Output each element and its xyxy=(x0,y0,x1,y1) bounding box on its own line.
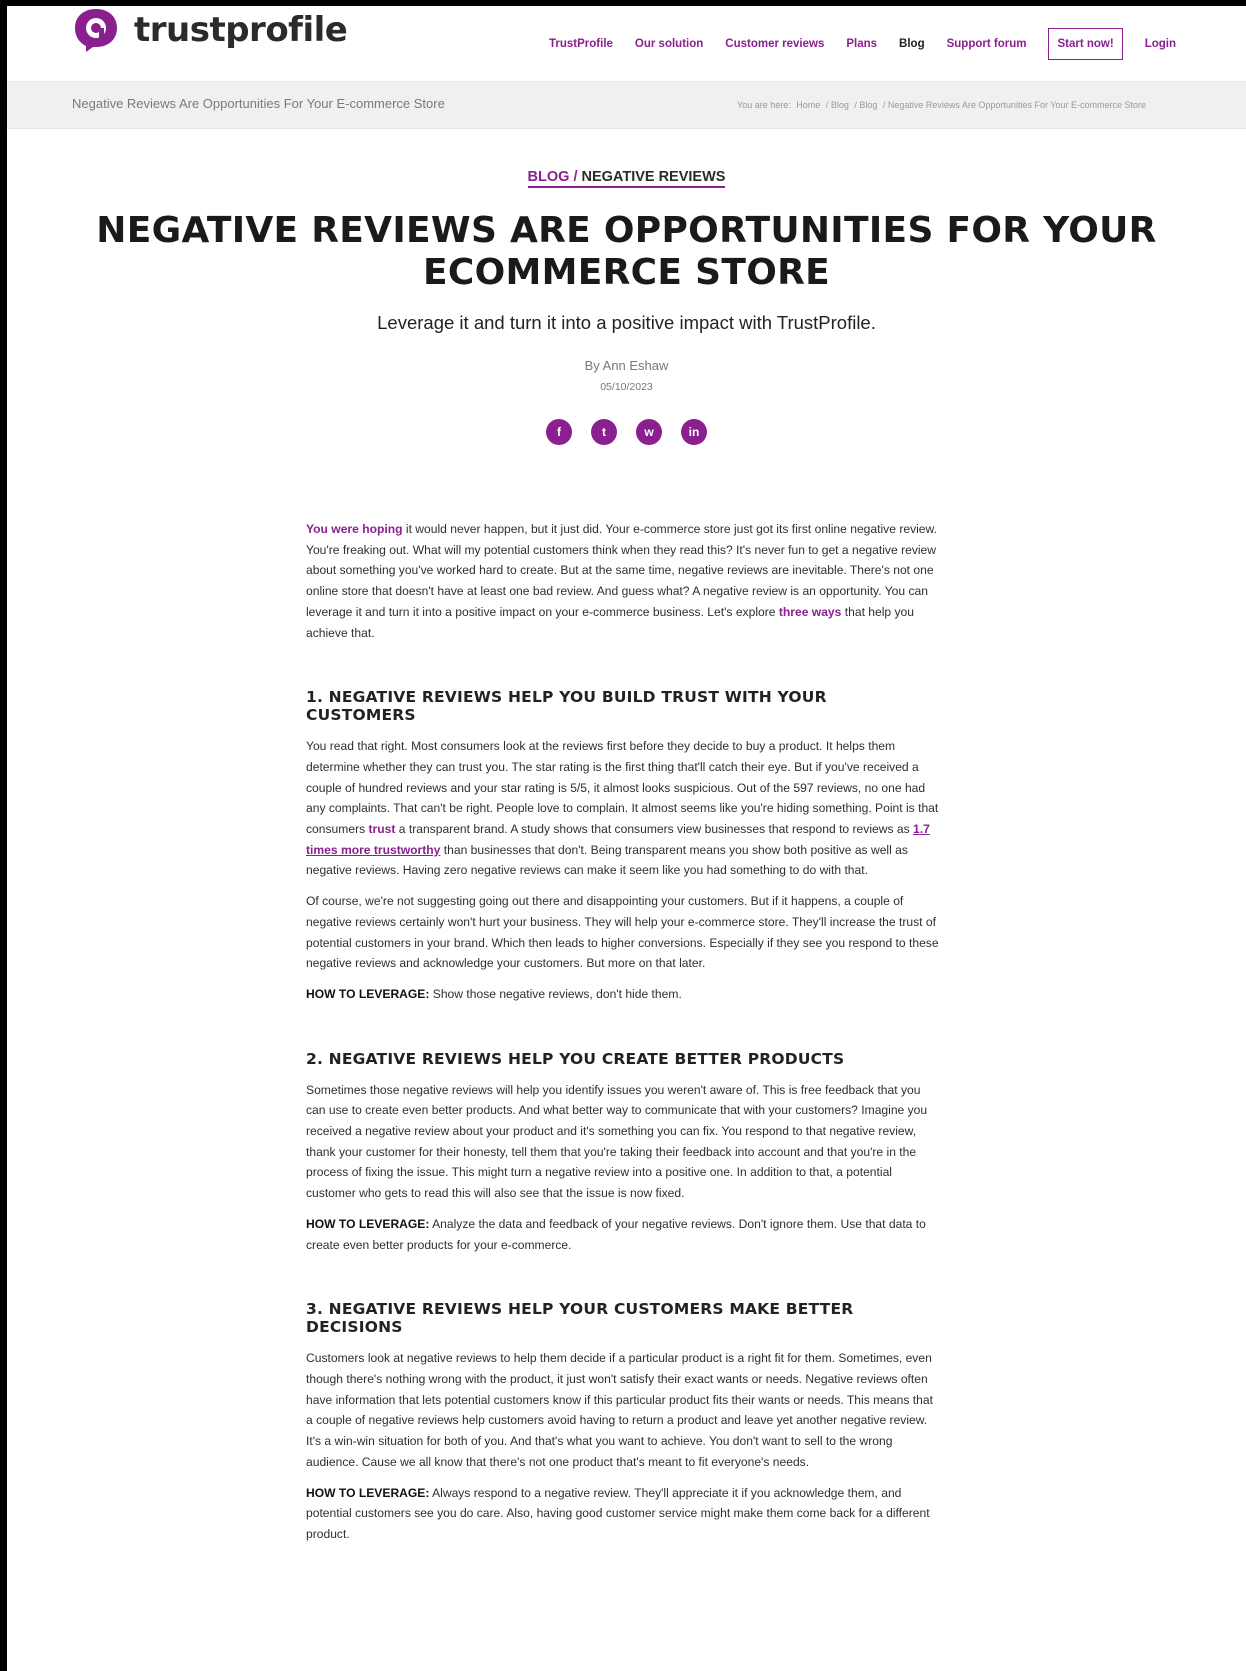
category-blog[interactable]: BLOG / xyxy=(528,169,578,185)
breadcrumb-blog[interactable]: / Blog xyxy=(826,100,849,110)
post-author: By Ann Eshaw xyxy=(584,358,669,373)
section-1-paragraph-1: You read that right. Most consumers look… xyxy=(306,736,942,881)
section-heading-2: 2. NEGATIVE REVIEWS HELP YOU CREATE BETT… xyxy=(306,1049,845,1068)
title-bar: Negative Reviews Are Opportunities For Y… xyxy=(7,82,1246,129)
start-now-button[interactable]: Start now! xyxy=(1048,28,1123,60)
intro-highlight: You were hoping xyxy=(306,522,403,536)
whatsapp-icon[interactable]: w xyxy=(636,419,662,445)
section-3-paragraph: Customers look at negative reviews to he… xyxy=(306,1351,933,1469)
post-title: NEGATIVE REVIEWS ARE OPPORTUNITIES FOR Y… xyxy=(96,210,1157,293)
section-2-paragraph: Sometimes those negative reviews will he… xyxy=(306,1082,928,1201)
section-heading-1: 1. NEGATIVE REVIEWS HELP YOU BUILD TRUST… xyxy=(306,688,827,725)
breadcrumb-label: You are here: xyxy=(737,100,791,110)
linkedin-icon[interactable]: in xyxy=(681,419,707,445)
page-title: Negative Reviews Are Opportunities For Y… xyxy=(72,96,445,111)
main-nav: TrustProfile Our solution Customer revie… xyxy=(527,28,1176,60)
site-header: trustprofile TrustProfile Our solution C… xyxy=(7,6,1246,82)
facebook-icon[interactable]: f xyxy=(546,419,572,445)
nav-customer-reviews[interactable]: Customer reviews xyxy=(725,29,824,59)
category-link[interactable]: BLOG / NEGATIVE REVIEWS xyxy=(527,169,726,188)
nav-blog[interactable]: Blog xyxy=(899,29,925,59)
section-2-leverage: HOW TO LEVERAGE: Analyze the data and fe… xyxy=(306,1214,942,1255)
p1b: a transparent brand. A study shows that … xyxy=(395,822,914,837)
breadcrumb-home[interactable]: Home xyxy=(796,100,820,110)
section-1-leverage: HOW TO LEVERAGE: Show those negative rev… xyxy=(306,984,942,1005)
category-negative-reviews[interactable]: NEGATIVE REVIEWS xyxy=(582,169,726,185)
post-subtitle: Leverage it and turn it into a positive … xyxy=(377,312,876,333)
breadcrumb-blog-2[interactable]: / Blog xyxy=(854,100,877,110)
post-header: BLOG / NEGATIVE REVIEWS NEGATIVE REVIEWS… xyxy=(7,129,1246,445)
share-buttons: f t w in xyxy=(7,419,1246,445)
nav-plans[interactable]: Plans xyxy=(846,29,877,59)
twitter-icon[interactable]: t xyxy=(591,419,617,445)
leverage-label: HOW TO LEVERAGE: xyxy=(306,986,430,1001)
breadcrumb-current: / Negative Reviews Are Opportunities For… xyxy=(882,100,1146,110)
section-1-paragraph-2: Of course, we're not suggesting going ou… xyxy=(306,894,939,971)
intro-paragraph: You were hoping it would never happen, b… xyxy=(306,519,942,643)
nav-login[interactable]: Login xyxy=(1145,29,1176,59)
section-3-leverage: HOW TO LEVERAGE: Always respond to a neg… xyxy=(306,1483,942,1545)
nav-support-forum[interactable]: Support forum xyxy=(947,29,1027,59)
trust-link[interactable]: trust xyxy=(369,822,396,836)
nav-trustprofile[interactable]: TrustProfile xyxy=(549,29,613,59)
nav-our-solution[interactable]: Our solution xyxy=(635,29,703,59)
leverage-label: HOW TO LEVERAGE: xyxy=(306,1216,430,1231)
logo-text: trustprofile xyxy=(134,10,348,50)
post-date: 05/10/2023 xyxy=(600,381,653,393)
section-heading-3: 3. NEGATIVE REVIEWS HELP YOUR CUSTOMERS … xyxy=(306,1300,854,1337)
page: trustprofile TrustProfile Our solution C… xyxy=(7,6,1246,1671)
leverage-label: HOW TO LEVERAGE: xyxy=(306,1485,430,1500)
breadcrumb: You are here: Home / Blog / Blog / Negat… xyxy=(734,100,1146,110)
logo-icon xyxy=(75,9,117,52)
logo[interactable]: trustprofile xyxy=(72,6,348,54)
three-ways-link[interactable]: three ways xyxy=(779,605,842,619)
article-body: You were hoping it would never happen, b… xyxy=(306,519,942,1555)
leverage-text-1: Show those negative reviews, don't hide … xyxy=(429,986,682,1001)
